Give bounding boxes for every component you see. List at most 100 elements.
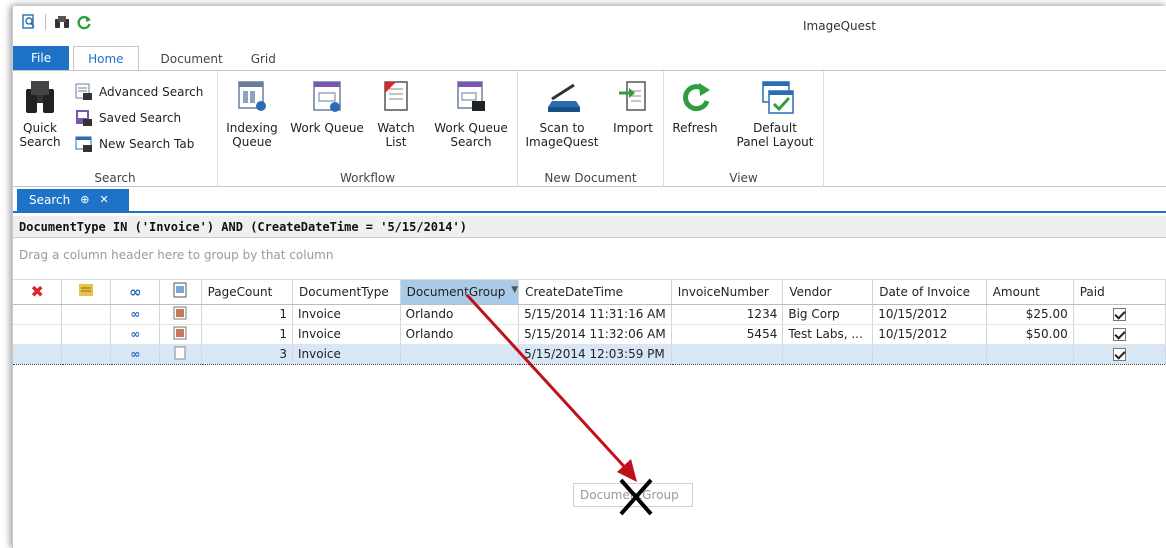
blank-page-icon xyxy=(174,346,186,363)
advanced-search-icon xyxy=(75,83,93,101)
cell-dateofinvoice: 10/15/2012 xyxy=(872,304,987,325)
import-label: Import xyxy=(613,121,653,135)
paid-checkbox[interactable] xyxy=(1112,348,1126,361)
image-thumbnail-icon xyxy=(173,326,187,343)
work-queue-search-button[interactable]: Work Queue Search xyxy=(430,79,512,149)
ribbon-tabs: File Home Document Grid xyxy=(13,46,1166,71)
table-row[interactable]: ∞ 1 Invoice Orlando 5/15/2014 11:32:06 A… xyxy=(13,324,1166,345)
col-createdatetime[interactable]: CreateDateTime xyxy=(518,280,672,305)
thumbnail-column-header[interactable] xyxy=(159,280,202,305)
thumbnail-cell[interactable] xyxy=(159,343,202,365)
link-icon: ∞ xyxy=(129,282,142,301)
indexing-queue-button[interactable]: Indexing Queue xyxy=(224,79,280,149)
work-queue-search-icon xyxy=(455,79,487,115)
paid-checkbox[interactable] xyxy=(1112,328,1126,341)
image-icon xyxy=(173,282,187,301)
table-row[interactable]: ∞ 1 Invoice Orlando 5/15/2014 11:31:16 A… xyxy=(13,304,1166,325)
watch-list-button[interactable]: Watch List xyxy=(376,79,416,149)
import-button[interactable]: Import xyxy=(610,79,656,135)
notes-cell[interactable] xyxy=(61,324,112,345)
notes-cell[interactable] xyxy=(61,304,112,325)
col-invoicenumber[interactable]: InvoiceNumber xyxy=(671,280,784,305)
group-label-workflow: Workflow xyxy=(339,171,396,185)
cell-documentgroup xyxy=(400,343,520,365)
link-icon[interactable]: ∞ xyxy=(130,347,140,361)
col-amount[interactable]: Amount xyxy=(986,280,1074,305)
indexing-queue-icon xyxy=(236,79,268,115)
link-cell[interactable]: ∞ xyxy=(110,324,161,345)
tab-search-document[interactable]: Search ⊕ ✕ xyxy=(17,189,129,211)
paid-checkbox[interactable] xyxy=(1112,308,1126,321)
delete-cell[interactable] xyxy=(13,324,63,345)
group-label-new-document: New Document xyxy=(544,171,637,185)
saved-search-button[interactable]: Saved Search xyxy=(75,109,181,127)
refresh-icon[interactable] xyxy=(76,14,92,30)
table-row-selected[interactable]: ∞ 3 Invoice 5/15/2014 12:03:59 PM xyxy=(13,343,1166,365)
binoculars-icon[interactable] xyxy=(54,14,70,30)
notes-column-header[interactable] xyxy=(61,280,112,305)
cell-documentgroup: Orlando xyxy=(400,304,520,325)
work-queue-button[interactable]: Work Queue xyxy=(288,79,366,135)
cell-invoicenumber xyxy=(671,343,784,365)
watch-list-icon xyxy=(380,79,412,115)
search-doc-icon[interactable] xyxy=(21,14,37,30)
link-icon[interactable]: ∞ xyxy=(130,307,140,321)
link-cell[interactable]: ∞ xyxy=(110,343,161,365)
cell-documenttype: Invoice xyxy=(292,343,401,365)
cell-amount xyxy=(986,343,1074,365)
cell-documenttype: Invoice xyxy=(292,324,401,345)
advanced-search-button[interactable]: Advanced Search xyxy=(75,83,203,101)
app-window: ImageQuest File Home Document Grid Quick… xyxy=(12,6,1166,548)
group-by-panel[interactable]: Drag a column header here to group by th… xyxy=(13,244,1166,280)
drag-ghost-header: DocumentGroup xyxy=(573,483,693,507)
cell-pagecount: 1 xyxy=(201,324,294,345)
col-vendor[interactable]: Vendor xyxy=(782,280,874,305)
filter-icon[interactable]: ▼ xyxy=(511,285,517,295)
import-icon xyxy=(617,79,649,115)
col-documentgroup-label: DocumentGroup xyxy=(406,284,506,299)
panel-layout-icon xyxy=(759,79,794,115)
quick-search-button[interactable]: Quick Search xyxy=(15,79,65,149)
cell-amount: $50.00 xyxy=(986,324,1074,345)
cell-paid[interactable] xyxy=(1073,343,1166,365)
saved-search-label: Saved Search xyxy=(99,111,182,125)
thumbnail-cell[interactable] xyxy=(159,304,202,325)
filter-expression: DocumentType IN ('Invoice') AND (CreateD… xyxy=(13,216,1166,238)
tab-home[interactable]: Home xyxy=(73,46,139,71)
refresh-button[interactable]: Refresh xyxy=(670,79,720,135)
delete-cell[interactable] xyxy=(13,304,63,325)
link-icon[interactable]: ∞ xyxy=(130,327,140,341)
cell-paid[interactable] xyxy=(1073,324,1166,345)
new-search-tab-label: New Search Tab xyxy=(99,137,195,151)
col-documenttype[interactable]: DocumentType xyxy=(292,280,401,305)
delete-icon: ✖ xyxy=(30,282,44,302)
tab-document[interactable]: Document xyxy=(147,48,237,71)
col-dateofinvoice[interactable]: Date of Invoice xyxy=(872,280,987,305)
tab-grid[interactable]: Grid xyxy=(237,48,290,71)
close-icon[interactable]: ✕ xyxy=(99,189,108,211)
scan-button[interactable]: Scan to ImageQuest xyxy=(524,79,600,149)
document-tab-strip: Search ⊕ ✕ xyxy=(13,189,1166,213)
scan-label: Scan to ImageQuest xyxy=(525,121,599,149)
binoculars-icon xyxy=(24,79,56,115)
link-column-header[interactable]: ∞ xyxy=(110,280,161,305)
delete-column-header[interactable]: ✖ xyxy=(13,280,63,305)
default-layout-button[interactable]: Default Panel Layout xyxy=(730,79,820,149)
col-documentgroup[interactable]: DocumentGroup ▼ xyxy=(400,280,520,305)
thumbnail-cell[interactable] xyxy=(159,324,202,345)
arrowhead-icon xyxy=(617,459,637,482)
delete-cell[interactable] xyxy=(13,343,63,365)
notes-cell[interactable] xyxy=(61,343,112,365)
cell-paid[interactable] xyxy=(1073,304,1166,325)
link-cell[interactable]: ∞ xyxy=(110,304,161,325)
cell-pagecount: 3 xyxy=(201,343,294,365)
cell-vendor: Test Labs, ... xyxy=(782,324,874,345)
cell-createdatetime: 5/15/2014 12:03:59 PM xyxy=(518,343,672,365)
pin-icon[interactable]: ⊕ xyxy=(80,189,89,211)
new-search-tab-button[interactable]: New Search Tab xyxy=(75,135,194,153)
cell-invoicenumber: 1234 xyxy=(671,304,784,325)
group-label-search: Search xyxy=(94,171,136,185)
col-paid[interactable]: Paid xyxy=(1073,280,1166,305)
col-pagecount[interactable]: PageCount xyxy=(201,280,294,305)
tab-file[interactable]: File xyxy=(13,46,70,71)
